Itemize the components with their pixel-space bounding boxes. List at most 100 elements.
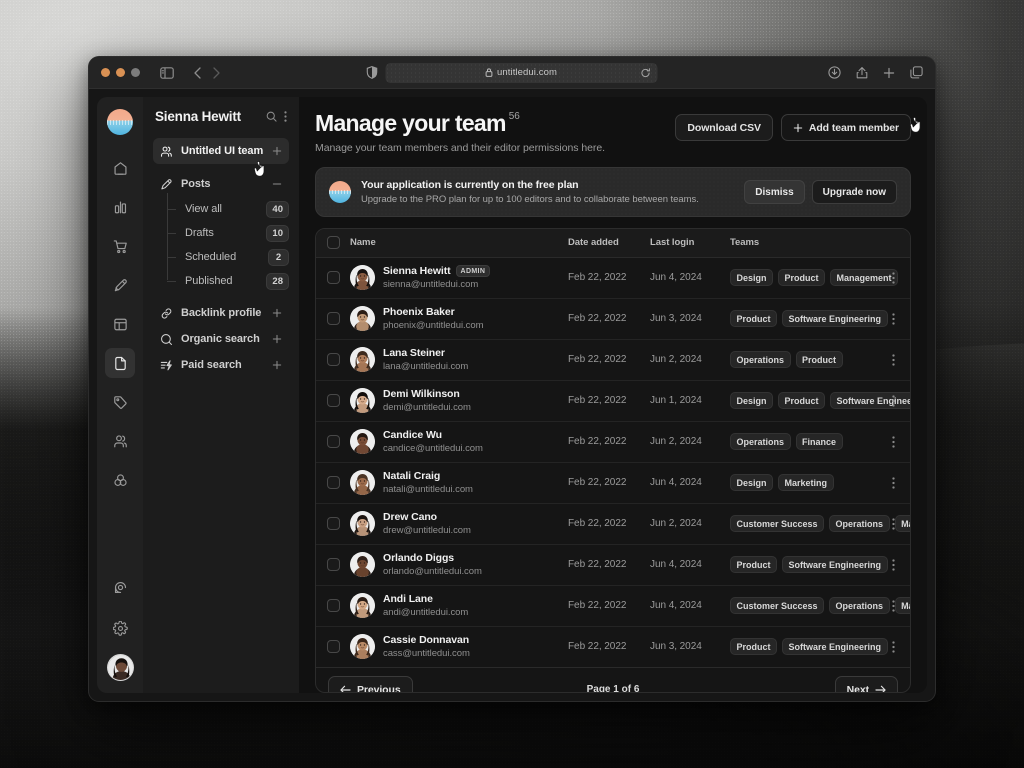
team-tag[interactable]: Software Engineering (782, 638, 888, 656)
nav-subitem-view-all[interactable]: View all 40 (167, 197, 289, 221)
nav-panel-header: Sienna Hewitt (153, 109, 289, 124)
column-last-login[interactable]: Last login (650, 229, 730, 258)
new-tab-icon[interactable] (883, 67, 895, 79)
team-tag[interactable]: Customer Success (730, 597, 825, 614)
team-tag[interactable]: Operations (730, 433, 791, 450)
column-name[interactable]: Name (350, 229, 568, 258)
rail-item-editor[interactable] (105, 270, 135, 300)
team-tag[interactable]: Marketing (894, 515, 910, 532)
table-row[interactable]: Cassie Donnavan cass@untitledui.com Feb … (316, 626, 910, 667)
row-checkbox[interactable] (327, 476, 340, 489)
back-icon[interactable] (194, 66, 201, 79)
close-window-button[interactable] (101, 68, 110, 77)
team-tag[interactable]: Finance (795, 433, 843, 450)
nav-subitem-published[interactable]: Published 28 (167, 269, 289, 293)
row-checkbox[interactable] (327, 353, 340, 366)
rail-item-integrations[interactable] (105, 465, 135, 495)
team-tag[interactable]: Software Engineering (782, 310, 888, 327)
team-tag[interactable]: Design (730, 392, 774, 409)
row-checkbox[interactable] (327, 558, 340, 571)
team-tag[interactable]: Operations (730, 351, 791, 368)
team-tag[interactable]: Operations (829, 597, 890, 614)
team-tag[interactable]: Operations (829, 515, 890, 532)
rail-item-settings[interactable] (105, 613, 135, 643)
rail-item-tags[interactable] (105, 387, 135, 417)
row-checkbox[interactable] (327, 599, 340, 612)
rail-item-team[interactable] (105, 426, 135, 456)
column-teams[interactable]: Teams (730, 229, 876, 258)
upgrade-now-button[interactable]: Upgrade now (811, 180, 897, 204)
dismiss-button[interactable]: Dismiss (744, 180, 805, 204)
team-tag[interactable]: Design (730, 474, 774, 491)
add-paid-search-icon[interactable] (272, 360, 282, 370)
column-date-added[interactable]: Date added (568, 229, 650, 258)
forward-icon[interactable] (213, 66, 220, 79)
rail-item-documents[interactable] (105, 348, 135, 378)
rail-item-analytics[interactable] (105, 192, 135, 222)
zoom-window-button[interactable] (131, 68, 140, 77)
add-team-member-button[interactable]: Add team member (780, 114, 911, 141)
tab-overview-icon[interactable] (910, 66, 923, 79)
avatar[interactable] (106, 654, 134, 681)
minimize-window-button[interactable] (116, 68, 125, 77)
table-row[interactable]: Orlando Diggs orlando@untitledui.com Feb… (316, 544, 910, 585)
team-tag[interactable]: Management (830, 269, 899, 286)
row-checkbox[interactable] (327, 394, 340, 407)
rail-item-ecommerce[interactable] (105, 231, 135, 261)
table-row[interactable]: Demi Wilkinson demi@untitledui.com Feb 2… (316, 380, 910, 421)
team-tag[interactable]: Product (730, 638, 778, 656)
next-page-button[interactable]: Next (834, 676, 898, 692)
collapse-posts-icon[interactable] (272, 179, 282, 189)
nav-subitem-scheduled[interactable]: Scheduled 2 (167, 245, 289, 269)
team-tag[interactable]: Customer Success (730, 515, 825, 532)
nav-item-backlink-profile[interactable]: Backlink profile (153, 300, 289, 326)
team-tag[interactable]: Software Engineering (830, 392, 910, 409)
row-checkbox[interactable] (327, 312, 340, 325)
add-backlink-icon[interactable] (272, 308, 282, 318)
row-checkbox[interactable] (327, 435, 340, 448)
row-checkbox[interactable] (327, 271, 340, 284)
select-all-checkbox[interactable] (327, 236, 340, 250)
search-icon[interactable] (266, 111, 277, 122)
team-tag[interactable]: Software Engineering (782, 556, 888, 573)
team-tag[interactable]: Product (795, 351, 843, 368)
table-row[interactable]: Natali Craig natali@untitledui.com Feb 2… (316, 462, 910, 503)
nav-item-posts[interactable]: Posts (153, 171, 289, 197)
sidebar-toggle-icon[interactable] (160, 66, 174, 79)
nav-subitem-drafts[interactable]: Drafts 10 (167, 221, 289, 245)
table-row[interactable]: Lana Steiner lana@untitledui.com Feb 22,… (316, 339, 910, 380)
reload-icon[interactable] (641, 67, 651, 78)
address-bar[interactable]: untitledui.com (385, 62, 658, 83)
team-tag[interactable]: Design (730, 269, 774, 286)
table-row[interactable]: Andi Lane andi@untitledui.com Feb 22, 20… (316, 585, 910, 626)
team-tag[interactable]: Product (778, 392, 826, 409)
table-row[interactable]: Sienna Hewitt ADMIN sienna@untitledui.com… (316, 257, 910, 298)
rail-item-support[interactable] (105, 572, 135, 602)
rail-item-home[interactable] (105, 153, 135, 183)
row-more-icon[interactable] (876, 476, 910, 489)
team-tag[interactable]: Product (730, 310, 778, 327)
nav-item-organic-search[interactable]: Organic search (153, 326, 289, 352)
table-row[interactable]: Drew Cano drew@untitledui.com Feb 22, 20… (316, 503, 910, 544)
row-more-icon[interactable] (876, 435, 910, 448)
team-tag[interactable]: Marketing (778, 474, 834, 491)
row-checkbox[interactable] (327, 640, 340, 654)
row-more-icon[interactable] (876, 353, 910, 366)
table-row[interactable]: Candice Wu candice@untitledui.com Feb 22… (316, 421, 910, 462)
more-vertical-icon[interactable] (284, 111, 287, 122)
team-tag[interactable]: Marketing (894, 597, 910, 614)
add-organic-icon[interactable] (272, 334, 282, 344)
share-icon[interactable] (856, 66, 868, 79)
downloads-icon[interactable] (828, 66, 841, 79)
row-checkbox[interactable] (327, 517, 340, 530)
nav-item-paid-search[interactable]: Paid search (153, 352, 289, 378)
team-tag[interactable]: Product (730, 556, 778, 573)
team-tag[interactable]: Product (778, 269, 826, 286)
shield-icon[interactable] (366, 66, 378, 79)
nav-item-untitled-ui-team[interactable]: Untitled UI team (153, 138, 289, 164)
previous-page-button[interactable]: Previous (328, 676, 413, 692)
table-row[interactable]: Phoenix Baker phoenix@untitledui.com Feb… (316, 298, 910, 339)
add-team-icon[interactable] (272, 146, 282, 156)
download-csv-button[interactable]: Download CSV (675, 114, 773, 141)
rail-item-layouts[interactable] (105, 309, 135, 339)
